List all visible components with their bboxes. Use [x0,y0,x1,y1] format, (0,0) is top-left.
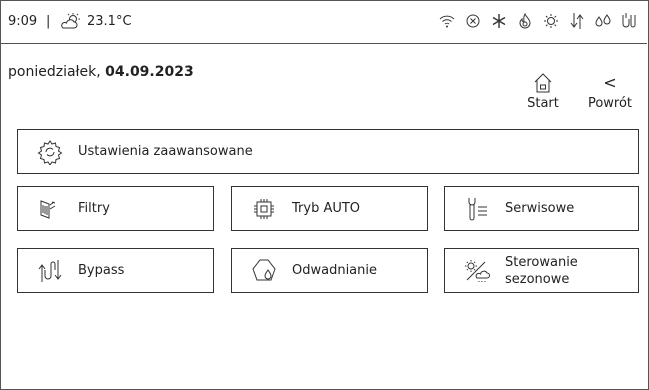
temperature-value: 23.1°C [87,14,132,29]
seasonal-control-button[interactable]: Sterowanie sezonowe [444,248,639,293]
chip-icon [250,195,278,223]
drain-icon [250,257,278,285]
seasonal-label-line1: Sterowanie [505,254,578,270]
clock: 9:09 [8,14,38,29]
flame-icon [517,12,533,30]
auto-mode-label: Tryb AUTO [292,201,361,216]
seasonal-control-label: Sterowanie sezonowe [505,254,578,288]
wrench-icon [463,195,491,223]
drops-icon [595,12,611,30]
weather-partly-cloudy-icon [60,12,82,34]
seasonal-label-line2: sezonowe [505,271,570,287]
back-label: Powrót [587,96,633,111]
drainage-button[interactable]: Odwadnianie [231,248,428,293]
wifi-icon [439,12,455,30]
status-icons [439,12,637,30]
start-label: Start [527,96,559,111]
filter-icon [36,195,64,223]
bypass-label: Bypass [78,263,125,278]
seasonal-icon [463,257,491,285]
back-button[interactable]: < Powrót [585,72,635,111]
humidity-icon [621,12,637,30]
airflow-icon [569,12,585,30]
status-separator: | [46,14,51,29]
chevron-left-icon: < [603,73,617,92]
start-button[interactable]: Start [518,72,568,111]
filters-button[interactable]: Filtry [17,186,214,231]
date-value: 04.09.2023 [105,64,194,80]
service-button[interactable]: Serwisowe [444,186,639,231]
status-bar: 9:09 | 23.1°C [0,0,647,44]
snowflake-icon [491,12,507,30]
advanced-settings-button[interactable]: Ustawienia zaawansowane [17,129,639,174]
drainage-label: Odwadnianie [292,263,378,278]
cancel-circle-icon [465,12,481,30]
advanced-settings-label: Ustawienia zaawansowane [78,144,253,159]
home-icon [518,72,568,96]
bypass-button[interactable]: Bypass [17,248,214,293]
bypass-icon [36,257,64,285]
date-display: poniedziałek, 04.09.2023 [8,64,194,80]
gear-icon [36,138,64,166]
filters-label: Filtry [78,201,110,216]
auto-mode-button[interactable]: Tryb AUTO [231,186,428,231]
sun-alert-icon [543,12,559,30]
service-label: Serwisowe [505,201,575,216]
weekday: poniedziałek, [8,64,101,80]
